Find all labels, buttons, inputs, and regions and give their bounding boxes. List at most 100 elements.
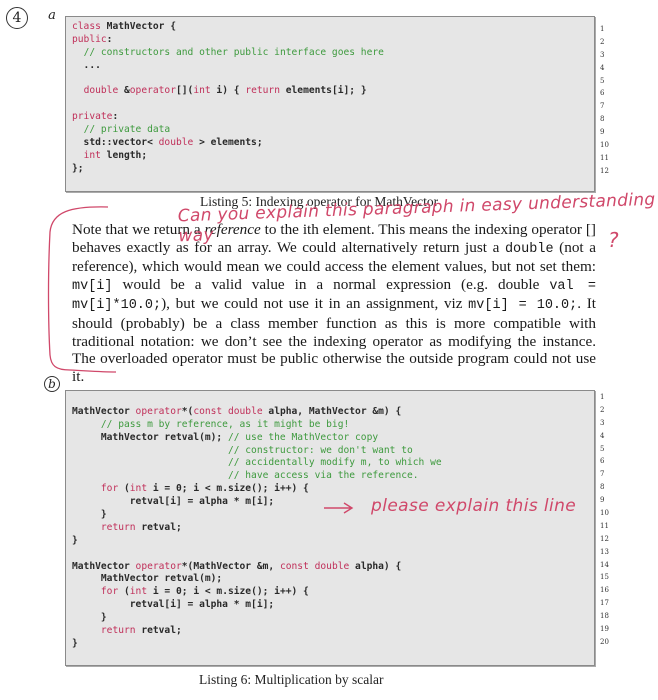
code-token: *(MathVector &m, [181,560,280,572]
code-line: // pass m by reference, as it might be b… [66,419,594,432]
body-paragraph: Note that we return a reference to the i… [72,221,596,385]
line-number: 10 [600,509,609,518]
part-a-marker: a [48,8,56,23]
code-token: > elements; [193,137,263,149]
line-number: 4 [600,63,605,72]
code-line: ... [66,60,594,73]
code-line: MathVector operator*(MathVector &m, cons… [66,561,594,574]
code-keyword: int [129,586,148,598]
code-token: *( [181,405,194,417]
code-line: }; [66,163,594,176]
code-token: ( [118,483,130,495]
code-line: return retval; [66,522,594,535]
code-token: std::vector< [72,137,159,149]
line-number: 17 [600,599,609,608]
code-comment: // constructor: we don't want to [227,444,413,456]
code-line: for (int i = 0; i < m.size(); i++) { [66,483,594,496]
code-line: // constructors and other public interfa… [66,47,594,60]
code-token: }; [72,162,84,174]
code-token: []( [176,85,194,97]
code-token: } [72,637,78,649]
code-comment: // constructors and other public interfa… [83,46,384,58]
code-token: i = 0; i < m.size(); i++) { [147,483,309,495]
code-keyword: operator [129,85,176,97]
line-number: 3 [600,50,605,59]
code-comment: // pass m by reference, as it might be b… [100,418,350,430]
code-line: } [66,638,594,651]
line-number: 4 [600,431,605,440]
code-token: alpha) { [349,560,402,572]
code-token: MathVector retval(m); [72,573,223,585]
code-keyword: for [100,483,119,495]
code-keyword: return [100,521,136,533]
code-line: // accidentally modify m, to which we [66,457,594,470]
code-token: retval; [135,521,182,533]
code-line: MathVector operator*(const double alpha,… [66,406,594,419]
listing-6-caption: Listing 6: Multiplication by scalar [199,672,384,687]
listing-5-line-numbers: 1 2 3 4 5 6 7 8 9 10 11 12 [600,23,609,178]
line-number: 7 [600,470,605,479]
code-keyword: int [193,85,211,97]
code-keyword: return [245,85,280,97]
line-number: 9 [600,128,605,137]
line-number: 5 [600,444,605,453]
line-number: 15 [600,573,609,582]
code-keyword: public [72,33,107,45]
code-keyword: return [100,625,136,637]
inline-code: mv[i] = 10.0; [468,298,578,314]
code-line: MathVector retval(m); // use the MathVec… [66,432,594,445]
code-token: MathVector retval(m); [72,431,228,443]
code-line: return retval; [66,625,594,638]
code-line: // constructor: we don't want to [66,445,594,458]
line-number: 11 [600,153,609,162]
code-token: } [72,509,107,521]
handwritten-question-mark: ? [608,228,619,252]
code-keyword: private [72,111,113,123]
line-number: 12 [600,166,609,175]
paragraph-text: would be a valid value in a normal expre… [112,275,550,293]
code-line: int length; [66,150,594,163]
code-token: length; [100,149,148,161]
inline-code: double [504,241,554,257]
line-number: 16 [600,586,609,595]
code-keyword: const double [279,560,350,572]
code-token: } [72,612,107,624]
line-number: 2 [600,37,605,46]
code-line: } [66,612,594,625]
listing-6-code-block: MathVector operator*(const double alpha,… [65,390,595,666]
code-line: MathVector retval(m); [66,573,594,586]
code-line: retval[i] = alpha * m[i]; [66,599,594,612]
code-token: retval[i] = alpha * m[i]; [72,599,275,611]
line-number: 19 [600,625,609,634]
paragraph-text: ), but we could not use it in an assignm… [161,295,469,313]
code-token: : [106,33,113,45]
line-number: 8 [600,115,605,124]
code-line: for (int i = 0; i < m.size(); i++) { [66,586,594,599]
code-comment: // use the MathVector copy [227,431,379,443]
code-token: & [118,85,130,97]
code-comment: // accidentally modify m, to which we [227,457,442,469]
line-number: 3 [600,418,605,427]
line-number: 2 [600,405,605,414]
line-number: 14 [600,560,609,569]
code-keyword: class [72,21,101,32]
code-keyword: operator [135,405,182,417]
line-number: 10 [600,141,609,150]
code-line: class MathVector { [66,21,594,34]
code-line: private: [66,111,594,124]
code-token: retval[i] = alpha * m[i]; [72,496,275,508]
code-token: i = 0; i < m.size(); i++) { [147,586,309,598]
code-line: // private data [66,124,594,137]
code-keyword: double [83,85,119,97]
code-token: retval; [135,625,182,637]
